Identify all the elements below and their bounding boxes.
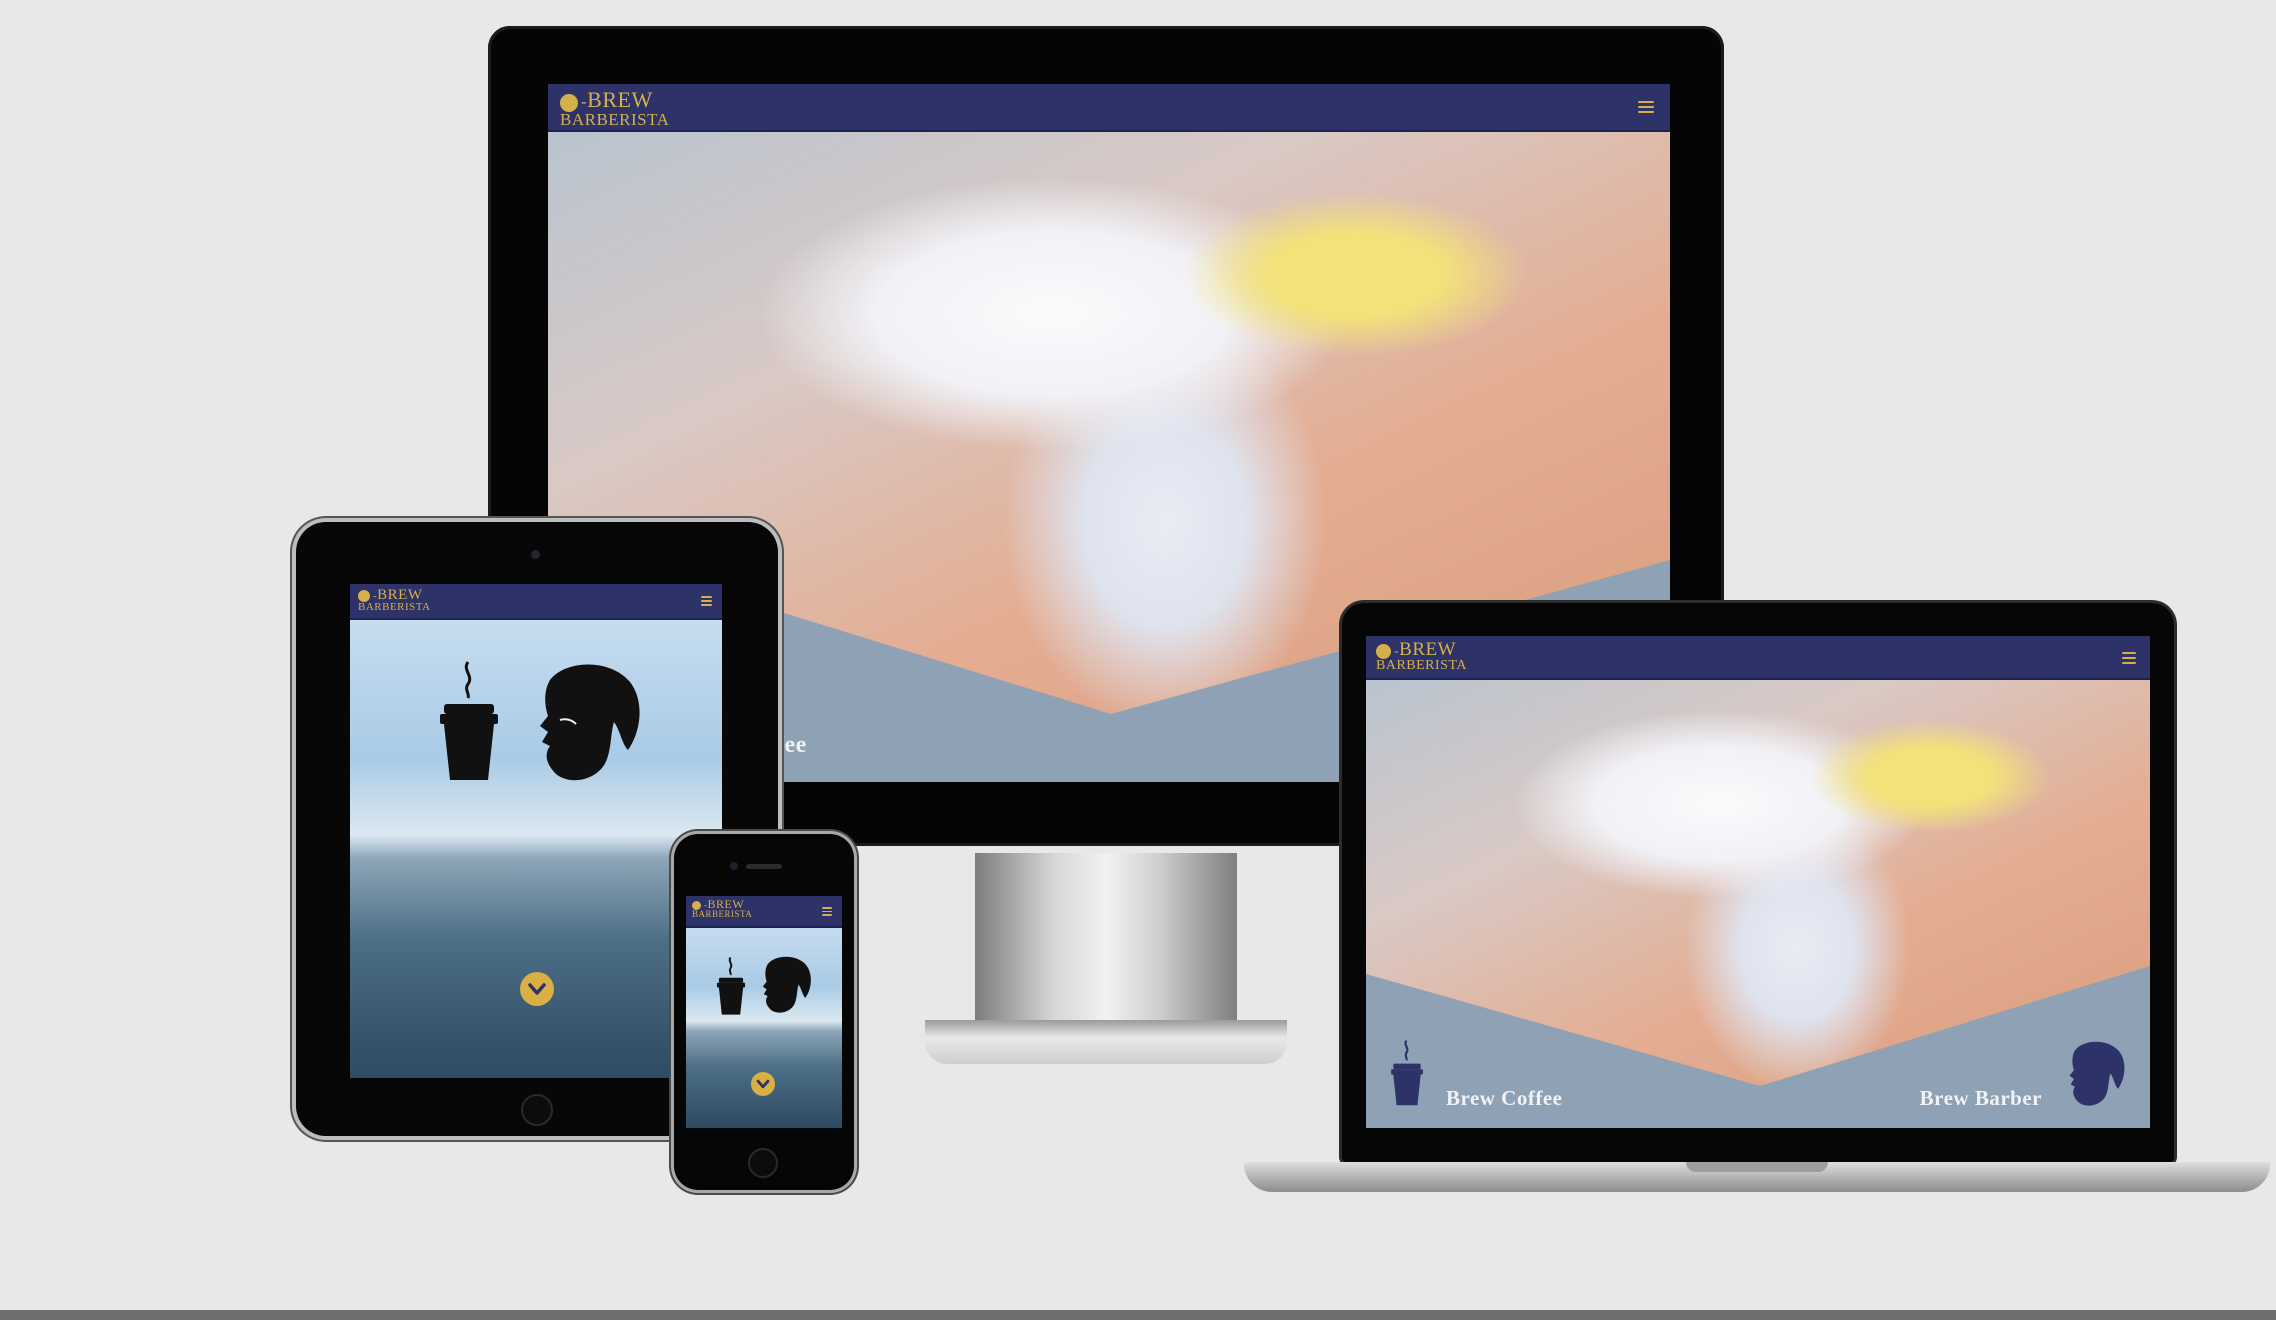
page-bottom-bar [0,1310,2276,1320]
phone-camera [730,862,738,870]
brew-coffee-label[interactable]: Brew Coffee [1446,1086,1562,1111]
phone-navbar: -BREW BARBERISTA [686,896,842,928]
laptop-navbar: -BREW BARBERISTA [1366,636,2150,680]
brand-logo[interactable]: -BREW BARBERISTA [560,87,670,130]
brand-name-bottom: BARBERISTA [560,110,670,130]
laptop-hinge-notch [1686,1162,1828,1172]
phone-home-button[interactable] [748,1148,778,1178]
brand-logo[interactable]: -BREW BARBERISTA [358,588,431,613]
bearded-man-icon [2069,1041,2125,1106]
bearded-man-icon [540,664,640,781]
hero-caption-partial: fee [776,732,807,758]
laptop-screen: Brew Coffee Brew Barber -BREW BARBERISTA [1366,636,2150,1128]
desktop-navbar: -BREW BARBERISTA [548,84,1670,132]
brand-name-top: BREW [587,87,653,112]
hamburger-menu-icon[interactable] [701,596,712,606]
coffee-cup-icon [440,661,498,780]
brand-name-bottom: BARBERISTA [1376,658,1468,674]
brand-logo[interactable]: -BREW BARBERISTA [1376,639,1468,674]
tablet-camera [531,550,540,559]
phone-speaker [746,864,782,869]
hero-chevron-overlay [1366,966,2150,1128]
brew-barber-label[interactable]: Brew Barber [1920,1086,2042,1111]
hamburger-menu-icon[interactable] [822,907,832,916]
bearded-man-icon [762,956,811,1013]
brand-name-bottom: BARBERISTA [692,909,753,920]
chevron-down-icon [528,983,546,995]
brand-name-bottom: BARBERISTA [358,601,431,614]
brand-name-top: BREW [1399,639,1457,660]
brand-logo[interactable]: -BREW BARBERISTA [692,898,753,920]
scroll-down-button[interactable] [751,1072,775,1096]
coffee-cup-icon [1391,1039,1423,1106]
hamburger-menu-icon[interactable] [1638,101,1654,113]
tablet-navbar: -BREW BARBERISTA [350,584,722,620]
scroll-down-button[interactable] [520,972,554,1006]
hamburger-menu-icon[interactable] [2122,652,2136,664]
tablet-screen: -BREW BARBERISTA [350,584,722,1078]
coin-icon [1376,644,1391,660]
tablet-home-button[interactable] [521,1094,553,1126]
desktop-stand-base [925,1020,1287,1064]
chevron-down-icon [756,1079,770,1089]
phone-screen: -BREW BARBERISTA [686,896,842,1128]
desktop-stand-neck [975,853,1237,1023]
coffee-cup-icon [716,956,746,1015]
